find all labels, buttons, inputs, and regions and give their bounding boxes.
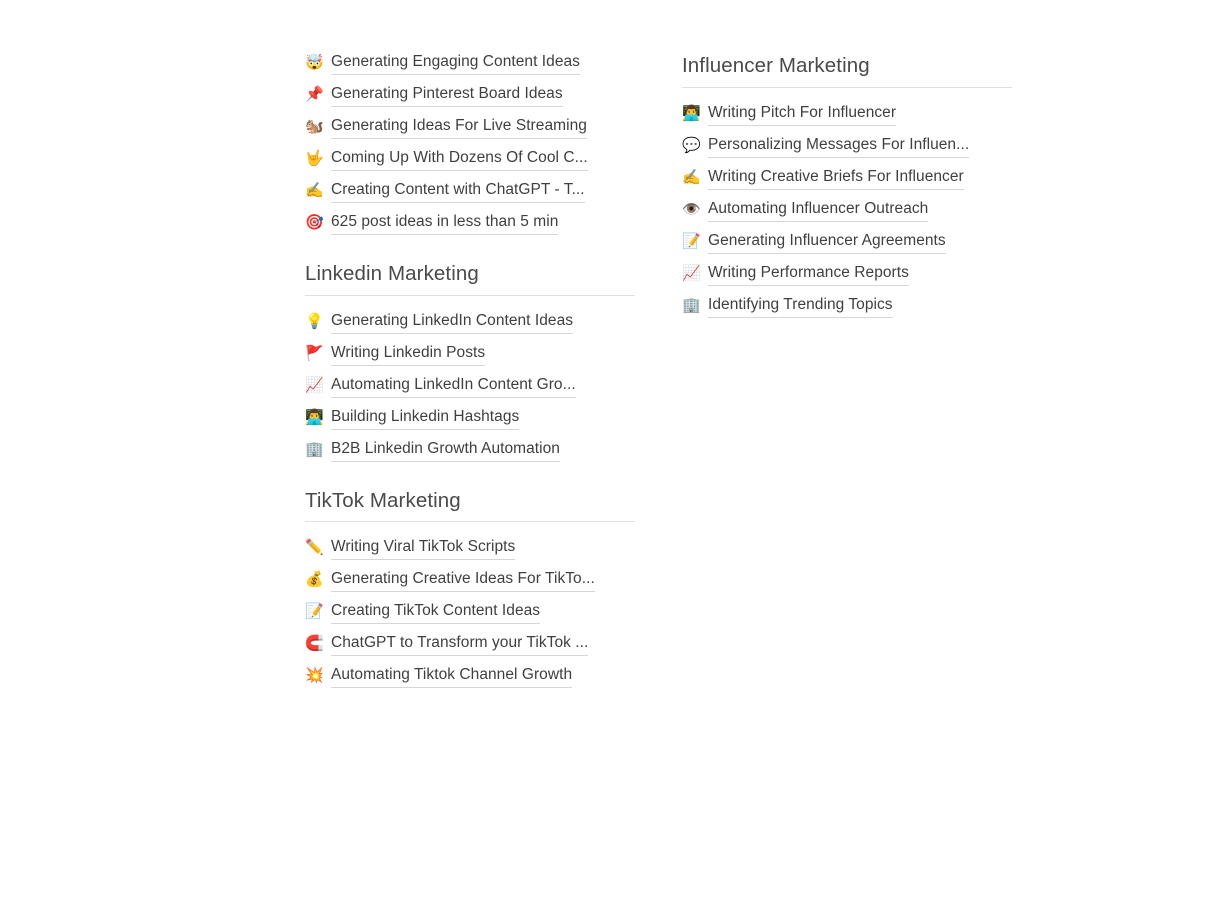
section-heading-linkedin-marketing: Linkedin Marketing xyxy=(305,262,479,285)
prompt-link[interactable]: Writing Linkedin Posts xyxy=(331,343,486,366)
divider-spacer xyxy=(305,296,635,311)
list-item[interactable]: 👨‍💻 Writing Pitch For Influencer xyxy=(682,103,1012,135)
list-item[interactable]: 🎯 625 post ideas in less than 5 min xyxy=(305,212,635,244)
prompt-link[interactable]: Generating Engaging Content Ideas xyxy=(331,52,580,75)
prompt-link[interactable]: Building Linkedin Hashtags xyxy=(331,407,520,430)
chart-increasing-emoji: 📈 xyxy=(682,263,701,282)
list-item[interactable]: ✏️ Writing Viral TikTok Scripts xyxy=(305,537,635,569)
prompt-link[interactable]: Writing Pitch For Influencer xyxy=(708,103,897,126)
direct-hit-emoji: 🎯 xyxy=(305,213,324,231)
page-root: 🤯 Generating Engaging Content Ideas 📌 Gener… xyxy=(0,0,1217,911)
list-item[interactable]: ✍️ Creating Content with ChatGPT - T... xyxy=(305,180,635,212)
office-building-emoji: 🏢 xyxy=(305,439,324,458)
prompt-link[interactable]: Identifying Trending Topics xyxy=(708,295,893,318)
technologist-emoji: 👨‍💻 xyxy=(305,407,324,426)
list-item[interactable]: 🚩 Writing Linkedin Posts xyxy=(305,343,635,375)
prompt-link[interactable]: Automating Influencer Outreach xyxy=(708,199,929,222)
list-item[interactable]: 🏢 B2B Linkedin Growth Automation xyxy=(305,439,635,471)
link-list-tiktok-marketing: ✏️ Writing Viral TikTok Scripts 💰 Generatin… xyxy=(305,537,635,697)
list-item[interactable]: 💬 Personalizing Messages For Influen... xyxy=(682,135,1012,167)
list-item[interactable]: 📝 Generating Influencer Agreements xyxy=(682,231,1012,263)
list-item[interactable]: 💥 Automating Tiktok Channel Growth xyxy=(305,665,635,697)
list-item[interactable]: 🧲 ChatGPT to Transform your TikTok ... xyxy=(305,633,635,665)
section-influencer-marketing: Influencer Marketing 👨‍💻 Writing Pitch For… xyxy=(682,54,1012,327)
prompt-link[interactable]: Generating Creative Ideas For TikTo... xyxy=(331,569,595,593)
prompt-link[interactable]: ChatGPT to Transform your TikTok ... xyxy=(331,633,589,657)
right-column: Influencer Marketing 👨‍💻 Writing Pitch For… xyxy=(682,54,1012,327)
list-item[interactable]: 📌 Generating Pinterest Board Ideas xyxy=(305,84,635,116)
list-item[interactable]: 🤯 Generating Engaging Content Ideas xyxy=(305,52,635,84)
eye-emoji: 👁️ xyxy=(682,199,701,218)
link-list-influencer-marketing: 👨‍💻 Writing Pitch For Influencer 💬 Personal… xyxy=(682,103,1012,327)
memo-emoji: 📝 xyxy=(305,602,324,621)
prompt-link[interactable]: Generating LinkedIn Content Ideas xyxy=(331,311,574,334)
love-you-gesture-emoji: 🤟 xyxy=(305,149,324,167)
technologist-emoji: 👨‍💻 xyxy=(682,103,701,122)
prompt-link[interactable]: Writing Creative Briefs For Influencer xyxy=(708,167,964,190)
section-heading-influencer-marketing: Influencer Marketing xyxy=(682,54,870,77)
money-bag-emoji: 💰 xyxy=(305,570,324,589)
writing-hand-emoji: ✍️ xyxy=(305,181,324,199)
section-tiktok-marketing: TikTok Marketing ✏️ Writing Viral TikTok S… xyxy=(305,471,635,698)
collision-emoji: 💥 xyxy=(305,666,324,685)
list-item[interactable]: 👨‍💻 Building Linkedin Hashtags xyxy=(305,407,635,439)
prompt-link[interactable]: Creating TikTok Content Ideas xyxy=(331,601,541,625)
office-building-emoji: 🏢 xyxy=(682,295,701,314)
list-item[interactable]: 👁️ Automating Influencer Outreach xyxy=(682,199,1012,231)
pushpin-emoji: 📌 xyxy=(305,85,324,103)
prompt-link[interactable]: Automating Tiktok Channel Growth xyxy=(331,665,573,689)
prompt-link[interactable]: Personalizing Messages For Influen... xyxy=(708,135,970,158)
list-item[interactable]: 📈 Automating LinkedIn Content Gro... xyxy=(305,375,635,407)
magnet-emoji: 🧲 xyxy=(305,634,324,653)
list-item[interactable]: 💡 Generating LinkedIn Content Ideas xyxy=(305,311,635,343)
link-list-linkedin-marketing: 💡 Generating LinkedIn Content Ideas 🚩 Writi… xyxy=(305,311,635,471)
memo-emoji: 📝 xyxy=(682,231,701,250)
prompt-link[interactable]: Coming Up With Dozens Of Cool C... xyxy=(331,148,588,171)
light-bulb-emoji: 💡 xyxy=(305,311,324,330)
chart-increasing-emoji: 📈 xyxy=(305,375,324,394)
speech-balloon-emoji: 💬 xyxy=(682,135,701,154)
pencil-emoji: ✏️ xyxy=(305,538,324,557)
link-list-content-ideas: 🤯 Generating Engaging Content Ideas 📌 Gener… xyxy=(305,52,635,244)
prompt-link[interactable]: B2B Linkedin Growth Automation xyxy=(331,439,560,462)
list-item[interactable]: 🐿️ Generating Ideas For Live Streaming xyxy=(305,116,635,148)
list-item[interactable]: 📈 Writing Performance Reports xyxy=(682,263,1012,295)
list-item[interactable]: 🤟 Coming Up With Dozens Of Cool C... xyxy=(305,148,635,180)
list-item[interactable]: 💰 Generating Creative Ideas For TikTo... xyxy=(305,569,635,601)
list-item[interactable]: 📝 Creating TikTok Content Ideas xyxy=(305,601,635,633)
exploding-head-emoji: 🤯 xyxy=(305,53,324,71)
prompt-link[interactable]: Writing Viral TikTok Scripts xyxy=(331,537,516,561)
prompt-link[interactable]: Generating Ideas For Live Streaming xyxy=(331,116,587,139)
prompt-link[interactable]: Generating Pinterest Board Ideas xyxy=(331,84,563,107)
section-content-ideas: 🤯 Generating Engaging Content Ideas 📌 Gener… xyxy=(305,52,635,244)
prompt-link[interactable]: 625 post ideas in less than 5 min xyxy=(331,212,559,235)
prompt-link[interactable]: Generating Influencer Agreements xyxy=(708,231,946,254)
prompt-link[interactable]: Creating Content with ChatGPT - T... xyxy=(331,180,585,203)
prompt-link[interactable]: Writing Performance Reports xyxy=(708,263,909,286)
triangular-flag-emoji: 🚩 xyxy=(305,343,324,362)
section-heading-tiktok-marketing: TikTok Marketing xyxy=(305,488,461,512)
chipmunk-emoji: 🐿️ xyxy=(305,117,324,135)
divider-spacer xyxy=(305,522,635,537)
list-item[interactable]: ✍️ Writing Creative Briefs For Influencer xyxy=(682,167,1012,199)
prompt-link[interactable]: Automating LinkedIn Content Gro... xyxy=(331,375,576,398)
left-column: 🤯 Generating Engaging Content Ideas 📌 Gener… xyxy=(305,52,635,697)
list-item[interactable]: 🏢 Identifying Trending Topics xyxy=(682,295,1012,327)
divider-spacer xyxy=(682,88,1012,103)
writing-hand-emoji: ✍️ xyxy=(682,167,701,186)
section-linkedin-marketing: Linkedin Marketing 💡 Generating LinkedIn C… xyxy=(305,244,635,471)
